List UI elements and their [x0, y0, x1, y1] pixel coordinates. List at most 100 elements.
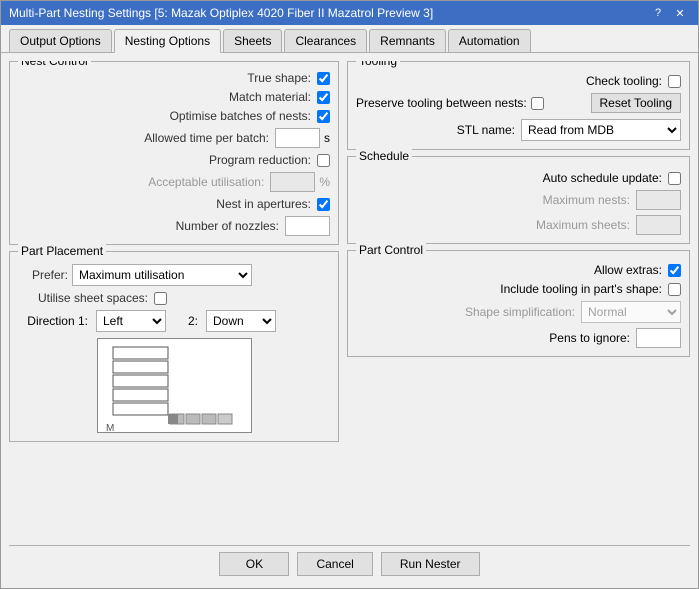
true-shape-row: True shape: [18, 71, 330, 85]
nest-in-apertures-checkbox[interactable] [317, 198, 330, 211]
maximum-nests-row: Maximum nests: 1 [356, 190, 681, 210]
tab-remnants[interactable]: Remnants [369, 29, 446, 52]
direction2-select[interactable]: Left Right Up Down [206, 310, 276, 332]
right-panel: Tooling Check tooling: Preserve tooling … [347, 61, 690, 539]
pens-to-ignore-row: Pens to ignore: 0 [356, 328, 681, 348]
pens-to-ignore-label: Pens to ignore: [549, 331, 630, 345]
utilise-sheet-spaces-checkbox[interactable] [154, 292, 167, 305]
acceptable-utilisation-row: Acceptable utilisation: 70 % [18, 172, 330, 192]
number-of-nozzles-row: Number of nozzles: 1 [18, 216, 330, 236]
direction1-label: Direction 1: [18, 314, 88, 328]
stl-name-select[interactable]: Read from MDB Use sheet name Use part na… [521, 119, 681, 141]
optimise-batches-label: Optimise batches of nests: [156, 109, 311, 123]
main-area: Nest Control True shape: Match material:… [9, 61, 690, 539]
cancel-button[interactable]: Cancel [297, 552, 372, 576]
utilise-sheet-spaces-row: Utilise sheet spaces: [18, 291, 330, 305]
allow-extras-row: Allow extras: [356, 263, 681, 277]
allowed-time-unit: s [324, 131, 330, 145]
allow-extras-label: Allow extras: [594, 263, 662, 277]
number-of-nozzles-input[interactable]: 1 [285, 216, 330, 236]
direction2-label: 2: [178, 314, 198, 328]
nest-control-group: Nest Control True shape: Match material:… [9, 61, 339, 245]
preserve-tooling-row: Preserve tooling between nests: Reset To… [356, 93, 681, 113]
window-title: Multi-Part Nesting Settings [5: Mazak Op… [9, 6, 433, 20]
maximum-sheets-label: Maximum sheets: [536, 218, 630, 232]
nest-in-apertures-row: Nest in apertures: [18, 197, 330, 211]
true-shape-checkbox[interactable] [317, 72, 330, 85]
part-placement-title: Part Placement [18, 244, 106, 258]
optimise-batches-checkbox[interactable] [317, 110, 330, 123]
maximum-sheets-input[interactable]: 1 [636, 215, 681, 235]
main-content: Nest Control True shape: Match material:… [1, 53, 698, 588]
auto-schedule-row: Auto schedule update: [356, 171, 681, 185]
part-control-title: Part Control [356, 243, 426, 257]
check-tooling-label: Check tooling: [586, 74, 662, 88]
allowed-time-input[interactable]: 5 [275, 128, 320, 148]
include-tooling-label: Include tooling in part's shape: [500, 282, 662, 296]
reset-tooling-button[interactable]: Reset Tooling [591, 93, 682, 113]
maximum-nests-label: Maximum nests: [543, 193, 630, 207]
direction1-select[interactable]: Left Right Up Down [96, 310, 166, 332]
maximum-nests-input[interactable]: 1 [636, 190, 681, 210]
svg-text:M: M [106, 423, 114, 433]
preserve-tooling-checkbox[interactable] [531, 97, 544, 110]
prefer-label: Prefer: [18, 268, 68, 282]
check-tooling-checkbox[interactable] [668, 75, 681, 88]
help-button[interactable]: ? [648, 4, 668, 22]
preserve-tooling-label: Preserve tooling between nests: [356, 96, 527, 110]
pens-to-ignore-input[interactable]: 0 [636, 328, 681, 348]
acceptable-utilisation-label: Acceptable utilisation: [109, 175, 264, 189]
stl-name-label: STL name: [457, 123, 515, 137]
shape-simplification-label: Shape simplification: [465, 305, 575, 319]
schedule-title: Schedule [356, 149, 412, 163]
match-material-checkbox[interactable] [317, 91, 330, 104]
program-reduction-checkbox[interactable] [317, 154, 330, 167]
close-button[interactable]: ✕ [670, 4, 690, 22]
title-bar-controls: ? ✕ [648, 4, 690, 22]
maximum-sheets-row: Maximum sheets: 1 [356, 215, 681, 235]
program-reduction-row: Program reduction: [18, 153, 330, 167]
program-reduction-label: Program reduction: [156, 153, 311, 167]
left-panel: Nest Control True shape: Match material:… [9, 61, 339, 539]
allowed-time-row: Allowed time per batch: 5 s [18, 128, 330, 148]
shape-simplification-row: Shape simplification: Normal Low High [356, 301, 681, 323]
footer: OK Cancel Run Nester [9, 545, 690, 580]
schedule-group: Schedule Auto schedule update: Maximum n… [347, 156, 690, 244]
tab-output-options[interactable]: Output Options [9, 29, 112, 52]
check-tooling-row: Check tooling: [356, 74, 681, 88]
tab-sheets[interactable]: Sheets [223, 29, 282, 52]
part-placement-group: Part Placement Prefer: Maximum utilisati… [9, 251, 339, 442]
match-material-row: Match material: [18, 90, 330, 104]
optimise-batches-row: Optimise batches of nests: [18, 109, 330, 123]
tabs-bar: Output Options Nesting Options Sheets Cl… [1, 25, 698, 53]
include-tooling-checkbox[interactable] [668, 283, 681, 296]
placement-preview-svg: M [98, 339, 252, 433]
prefer-select[interactable]: Maximum utilisation [72, 264, 252, 286]
nest-control-title: Nest Control [18, 61, 91, 68]
allowed-time-label: Allowed time per batch: [114, 131, 269, 145]
placement-preview: M [97, 338, 252, 433]
tooling-title: Tooling [356, 61, 400, 68]
run-nester-button[interactable]: Run Nester [381, 552, 480, 576]
match-material-label: Match material: [156, 90, 311, 104]
true-shape-label: True shape: [156, 71, 311, 85]
tab-nesting-options[interactable]: Nesting Options [114, 29, 221, 53]
tab-automation[interactable]: Automation [448, 29, 531, 52]
auto-schedule-checkbox[interactable] [668, 172, 681, 185]
shape-simplification-select[interactable]: Normal Low High [581, 301, 681, 323]
auto-schedule-label: Auto schedule update: [543, 171, 662, 185]
utilise-sheet-spaces-label: Utilise sheet spaces: [18, 291, 148, 305]
stl-name-row: STL name: Read from MDB Use sheet name U… [356, 119, 681, 141]
tab-clearances[interactable]: Clearances [284, 29, 367, 52]
number-of-nozzles-label: Number of nozzles: [124, 219, 279, 233]
direction-row: Direction 1: Left Right Up Down 2: Left … [18, 310, 330, 332]
title-bar: Multi-Part Nesting Settings [5: Mazak Op… [1, 1, 698, 25]
acceptable-utilisation-input[interactable]: 70 [270, 172, 315, 192]
prefer-row: Prefer: Maximum utilisation [18, 264, 330, 286]
tooling-group: Tooling Check tooling: Preserve tooling … [347, 61, 690, 150]
window: Multi-Part Nesting Settings [5: Mazak Op… [0, 0, 699, 589]
ok-button[interactable]: OK [219, 552, 289, 576]
acceptable-utilisation-unit: % [319, 175, 330, 189]
include-tooling-row: Include tooling in part's shape: [356, 282, 681, 296]
allow-extras-checkbox[interactable] [668, 264, 681, 277]
